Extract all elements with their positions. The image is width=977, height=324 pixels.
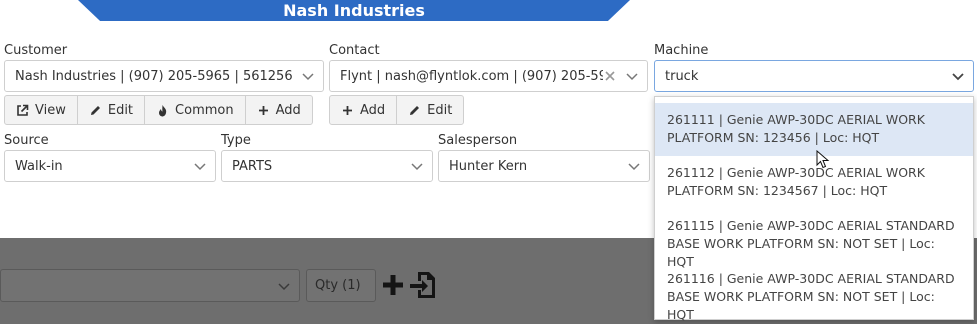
banner-title: Nash Industries (283, 1, 425, 20)
pencil-icon (90, 105, 100, 115)
machine-option-line1: 261115 | Genie AWP-30DC AERIAL STANDARD (667, 218, 955, 233)
pencil-icon (410, 105, 420, 115)
chevron-down-icon (278, 282, 290, 290)
machine-search-input[interactable]: truck (665, 69, 951, 84)
edit-contact-label: Edit (427, 102, 453, 118)
customer-select[interactable]: Nash Industries | (907) 205-5965 | 56125… (4, 60, 324, 92)
chevron-down-icon (626, 73, 638, 81)
customer-select-value: Nash Industries | (907) 205-5965 | 56125… (15, 68, 293, 84)
machine-option-line1: 261116 | Genie AWP-30DC AERIAL STANDARD (667, 271, 955, 286)
salesperson-select-value: Hunter Kern (449, 158, 528, 174)
source-label: Source (4, 133, 49, 148)
machine-option-line1: 261112 | Genie AWP-30DC AERIAL WORK (667, 165, 925, 180)
machine-search-select[interactable]: truck (654, 60, 974, 92)
common-customer-label: Common (175, 102, 234, 118)
mouse-cursor-icon (816, 150, 830, 169)
salesperson-select[interactable]: Hunter Kern (438, 150, 650, 182)
plus-icon (258, 105, 268, 115)
contact-button-group: Add Edit (329, 95, 465, 125)
common-customer-button[interactable]: Common (144, 95, 246, 125)
add-contact-label: Add (360, 102, 386, 118)
contact-label: Contact (329, 43, 380, 58)
customer-banner: Nash Industries (78, 0, 630, 21)
contact-select-value: Flynt | nash@flyntlok.com | (907) 205-59… (340, 68, 603, 84)
machine-option-line2: PLATFORM SN: 1234567 | Loc: HQT (667, 183, 888, 198)
quantity-input[interactable]: Qty (1) (306, 269, 376, 302)
machine-label: Machine (654, 43, 709, 58)
machine-option[interactable]: 261111 | Genie AWP-30DC AERIAL WORK PLAT… (655, 103, 973, 156)
chevron-down-icon (194, 163, 206, 171)
machine-option[interactable]: 261112 | Genie AWP-30DC AERIAL WORK PLAT… (655, 156, 973, 209)
view-customer-label: View (35, 102, 66, 118)
add-customer-button[interactable]: Add (244, 95, 313, 125)
edit-customer-label: Edit (107, 102, 134, 118)
edit-customer-button[interactable]: Edit (76, 95, 146, 125)
external-link-icon (17, 104, 29, 116)
quantity-placeholder: Qty (1) (315, 278, 361, 293)
chevron-down-icon (628, 163, 640, 171)
machine-option-line2: BASE WORK PLATFORM SN: NOT SET | Loc: HQ… (667, 289, 935, 322)
machine-option-line1: 261111 | Genie AWP-30DC AERIAL WORK (667, 112, 925, 127)
type-select[interactable]: PARTS (221, 150, 433, 182)
contact-select[interactable]: Flynt | nash@flyntlok.com | (907) 205-59… (329, 60, 648, 92)
machine-dropdown-list: 261111 | Genie AWP-30DC AERIAL WORK PLAT… (654, 96, 974, 322)
chevron-down-icon (302, 73, 314, 81)
machine-option-line2: PLATFORM SN: 123456 | Loc: HQT (667, 130, 880, 145)
type-label: Type (221, 133, 251, 148)
customer-label: Customer (4, 43, 68, 58)
fire-icon (159, 104, 167, 116)
machine-option[interactable]: 261115 | Genie AWP-30DC AERIAL STANDARD … (655, 209, 973, 269)
add-contact-button[interactable]: Add (329, 95, 398, 125)
source-select[interactable]: Walk-in (4, 150, 216, 182)
edit-contact-button[interactable]: Edit (396, 95, 465, 125)
type-select-value: PARTS (232, 158, 273, 174)
plus-icon (343, 105, 352, 115)
add-customer-label: Add (275, 102, 301, 118)
view-customer-button[interactable]: View (4, 95, 78, 125)
import-file-icon[interactable] (408, 270, 438, 300)
chevron-down-icon (952, 73, 964, 81)
chevron-down-icon (411, 163, 423, 171)
source-select-value: Walk-in (15, 158, 63, 174)
machine-option[interactable]: 261116 | Genie AWP-30DC AERIAL STANDARD … (655, 262, 973, 322)
customer-button-group: View Edit Common Add (4, 95, 313, 125)
add-part-icon[interactable] (380, 272, 406, 298)
salesperson-label: Salesperson (438, 133, 518, 148)
part-search-select[interactable] (0, 269, 300, 302)
clear-icon[interactable] (603, 69, 617, 83)
